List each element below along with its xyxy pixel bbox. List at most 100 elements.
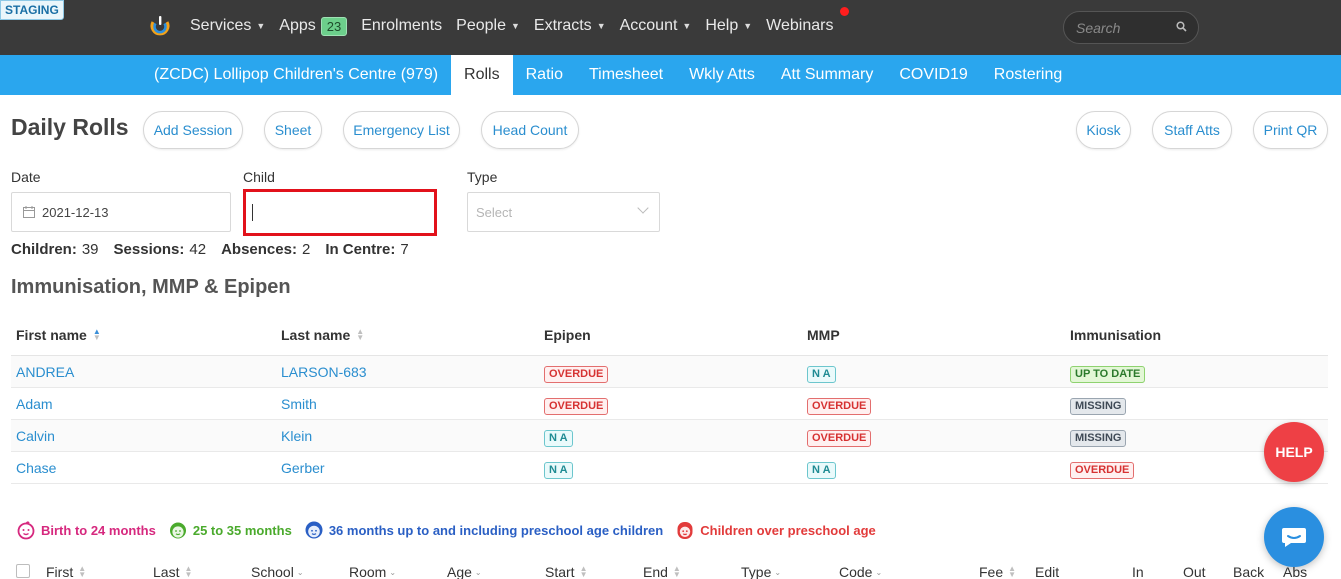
table-row: ANDREA LARSON-683 OVERDUE N A UP TO DATE	[11, 356, 1328, 388]
col-last-name[interactable]: Last name ▲ ▼	[281, 327, 364, 343]
staff-atts-button[interactable]: Staff Atts	[1152, 111, 1232, 149]
add-session-button[interactable]: Add Session	[143, 111, 243, 149]
child-face-icon	[305, 521, 323, 539]
immunisation-table: First name ▲ ▼ Last name ▲ ▼ Epipen MMP Immu…	[11, 316, 1328, 484]
date-label: Date	[11, 169, 41, 185]
epipen-status-badge: N A	[544, 462, 573, 479]
app-logo-icon[interactable]	[149, 14, 171, 38]
select-all-checkbox[interactable]	[16, 564, 30, 578]
sort-icon: ▲ ▼	[579, 564, 588, 579]
menu-help[interactable]: Help ▼	[705, 17, 752, 35]
mmp-status-badge: OVERDUE	[807, 430, 872, 447]
col-school[interactable]: School ⌄	[251, 564, 304, 579]
caret-down-icon: ▼	[510, 21, 520, 31]
col-fee[interactable]: Fee ▲ ▼	[979, 564, 1016, 579]
toddler-face-icon	[169, 522, 186, 539]
last-name-link[interactable]: LARSON-683	[281, 364, 367, 380]
menu-services[interactable]: Services ▼	[190, 17, 265, 35]
help-button[interactable]: HELP	[1264, 422, 1324, 482]
date-field[interactable]: 2021-12-13	[11, 192, 231, 232]
notification-dot	[840, 7, 849, 16]
older-child-face-icon	[677, 522, 693, 539]
first-name-link[interactable]: Adam	[16, 396, 53, 412]
col-code[interactable]: Code ⌄	[839, 564, 882, 579]
tab-covid19[interactable]: COVID19	[886, 55, 980, 95]
tab-rolls[interactable]: Rolls	[451, 55, 513, 95]
menu-apps[interactable]: Apps 23	[279, 16, 348, 36]
chat-button[interactable]	[1264, 507, 1324, 567]
search-icon[interactable]	[1176, 20, 1187, 35]
first-name-link[interactable]: Chase	[16, 460, 56, 476]
col-last[interactable]: Last ▲ ▼	[153, 564, 192, 579]
age-group-legend: Birth to 24 months 25 to 35 months 36 mo…	[16, 520, 888, 540]
apps-count-badge: 23	[320, 16, 348, 36]
col-epipen: Epipen	[544, 327, 591, 343]
col-first-name[interactable]: First name ▲ ▼	[16, 327, 101, 343]
last-name-link[interactable]: Klein	[281, 428, 312, 444]
centre-name-link[interactable]: (ZCDC) Lollipop Children's Centre (979)	[141, 55, 451, 95]
epipen-status-badge: OVERDUE	[544, 366, 609, 383]
legend-item: Children over preschool age	[675, 520, 876, 540]
legend-item: 36 months up to and including preschool …	[304, 520, 663, 540]
chevron-down-icon: ⌄	[875, 567, 883, 577]
emergency-list-button[interactable]: Emergency List	[343, 111, 460, 149]
in-centre-count: 7	[400, 241, 409, 258]
menu-people[interactable]: People ▼	[456, 17, 520, 35]
baby-face-icon	[17, 521, 35, 540]
epipen-status-badge: N A	[544, 430, 573, 447]
sort-icon: ▲ ▼	[672, 564, 681, 579]
last-name-link[interactable]: Gerber	[281, 460, 325, 476]
absences-count: 2	[301, 241, 311, 258]
section-title: Immunisation, MMP & Epipen	[11, 276, 291, 298]
menu-extracts[interactable]: Extracts ▼	[534, 17, 606, 35]
menu-enrolments[interactable]: Enrolments	[361, 17, 442, 35]
type-select[interactable]: Select	[467, 192, 660, 232]
col-age[interactable]: Age ⌄	[447, 564, 482, 579]
tab-ratio[interactable]: Ratio	[513, 55, 576, 95]
col-end[interactable]: End ▲ ▼	[643, 564, 681, 579]
chevron-down-icon: ⌄	[389, 567, 397, 577]
table-row: Calvin Klein N A OVERDUE MISSING	[11, 420, 1328, 452]
col-back: Back	[1233, 564, 1265, 579]
kiosk-button[interactable]: Kiosk	[1076, 111, 1131, 149]
tab-timesheet[interactable]: Timesheet	[576, 55, 676, 95]
first-name-link[interactable]: Calvin	[16, 428, 55, 444]
mmp-status-badge: OVERDUE	[807, 398, 872, 415]
table-row: Chase Gerber N A N A OVERDUE	[11, 452, 1328, 484]
chevron-down-icon: ⌄	[474, 567, 482, 577]
col-room[interactable]: Room ⌄	[349, 564, 396, 579]
main-menu: Services ▼ Apps 23 Enrolments People ▼ Extr…	[190, 0, 847, 52]
col-start[interactable]: Start ▲ ▼	[545, 564, 588, 579]
menu-account[interactable]: Account ▼	[620, 17, 692, 35]
mmp-status-badge: N A	[807, 462, 836, 479]
last-name-link[interactable]: Smith	[281, 396, 317, 412]
sort-icon: ▲ ▼	[1008, 564, 1017, 579]
head-count-button[interactable]: Head Count	[481, 111, 579, 149]
text-cursor	[252, 204, 253, 221]
top-navbar: STAGING Services ▼ Apps 23 Enrolments Peop…	[0, 0, 1341, 55]
sheet-button[interactable]: Sheet	[264, 111, 322, 149]
type-label: Type	[467, 169, 498, 185]
tab-rostering[interactable]: Rostering	[981, 55, 1075, 95]
child-search-input[interactable]	[243, 189, 437, 236]
col-type[interactable]: Type ⌄	[741, 564, 781, 579]
search-input[interactable]	[1076, 19, 1170, 36]
first-name-link[interactable]: ANDREA	[16, 364, 74, 380]
children-count: 39	[81, 241, 99, 258]
caret-down-icon: ▼	[682, 21, 692, 31]
table-body: ANDREA LARSON-683 OVERDUE N A UP TO DATE…	[11, 356, 1328, 484]
col-mmp: MMP	[807, 327, 840, 343]
sort-icon: ▲ ▼	[184, 564, 193, 579]
sort-icon: ▲ ▼	[356, 327, 365, 342]
mmp-status-badge: N A	[807, 366, 836, 383]
roll-summary: Children: 39 Sessions: 42 Absences: 2 In Ce…	[11, 241, 409, 258]
sort-icon: ▲ ▼	[78, 564, 87, 579]
chat-icon	[1282, 528, 1306, 547]
environment-badge: STAGING	[0, 0, 64, 20]
col-first[interactable]: First ▲ ▼	[46, 564, 86, 579]
table-header: First name ▲ ▼ Last name ▲ ▼ Epipen MMP Immu…	[11, 316, 1328, 356]
tab-att-summary[interactable]: Att Summary	[768, 55, 886, 95]
print-qr-button[interactable]: Print QR	[1253, 111, 1328, 149]
tab-wkly-atts[interactable]: Wkly Atts	[676, 55, 768, 95]
menu-webinars[interactable]: Webinars	[766, 17, 833, 35]
